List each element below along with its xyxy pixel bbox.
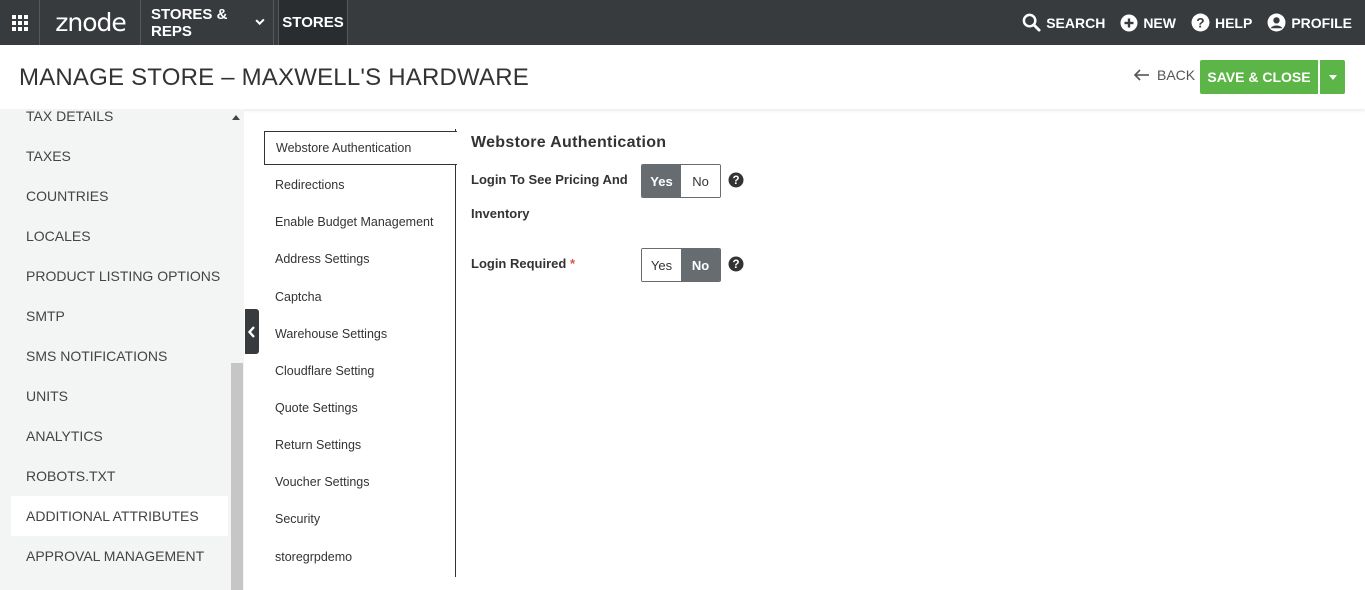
page-header: MANAGE STORE – MAXWELL'S HARDWARE BACK S… [0, 45, 1365, 109]
svg-text:?: ? [732, 175, 739, 187]
sidebar-scrollbar-thumb[interactable] [231, 363, 243, 590]
submenu-captcha[interactable]: Captcha [264, 280, 456, 314]
back-button[interactable]: BACK [1133, 67, 1195, 83]
svg-text:?: ? [732, 259, 739, 271]
nav-stores[interactable]: STORES [278, 0, 348, 45]
login-to-see-pricing-label-line2: Inventory [471, 206, 530, 221]
nav-stores-and-reps-label: STORES & REPS [151, 5, 228, 40]
login-required-label-text: Login Required [471, 256, 567, 271]
apps-menu-button[interactable] [0, 0, 40, 45]
new-button[interactable]: NEW [1120, 14, 1176, 32]
sidebar-item-tax-details[interactable]: TAX DETAILS [11, 109, 228, 136]
save-and-close-button[interactable]: SAVE & CLOSE [1200, 60, 1318, 94]
sidebar-item-units[interactable]: UNITS [11, 376, 228, 416]
sidebar-item-smtp[interactable]: SMTP [11, 296, 228, 336]
sidebar-item-product-listing-options[interactable]: PRODUCT LISTING OPTIONS [11, 256, 228, 296]
sidebar-item-locales[interactable]: LOCALES [11, 216, 228, 256]
sidebar-item-robots-txt[interactable]: ROBOTS.TXT [11, 456, 228, 496]
chevron-down-icon [255, 15, 265, 26]
search-icon [1022, 13, 1041, 32]
chevron-left-icon [248, 325, 255, 338]
search-label: SEARCH [1046, 14, 1106, 31]
save-options-dropdown[interactable] [1320, 60, 1345, 94]
nav-stores-and-reps[interactable]: STORES & REPS [141, 0, 274, 45]
login-required-yes[interactable]: Yes [642, 249, 681, 281]
submenu-webstore-authentication[interactable]: Webstore Authentication [264, 131, 457, 165]
plus-circle-icon [1120, 14, 1138, 32]
help-tooltip-icon[interactable]: ? [728, 256, 744, 272]
sidebar-item-countries[interactable]: COUNTRIES [11, 176, 228, 216]
sidebar-item-sms-notifications[interactable]: SMS NOTIFICATIONS [11, 336, 228, 376]
top-nav-bar: znode STORES & REPS STORES SEARCH NEW ? … [0, 0, 1365, 45]
submenu-return-settings[interactable]: Return Settings [264, 428, 456, 462]
arrow-left-icon [1133, 69, 1150, 81]
login-to-see-pricing-label: Login To See Pricing And Inventory [471, 163, 628, 231]
logo-text: znode [55, 8, 127, 37]
caret-down-icon [1328, 74, 1337, 80]
page-title: MANAGE STORE – MAXWELL'S HARDWARE [19, 64, 529, 91]
help-label: HELP [1214, 14, 1253, 31]
profile-button[interactable]: PROFILE [1267, 13, 1352, 32]
collapse-sidebar-button[interactable] [245, 309, 259, 354]
submenu-redirections[interactable]: Redirections [264, 168, 456, 202]
submenu-quote-settings[interactable]: Quote Settings [264, 391, 456, 425]
submenu-warehouse-settings[interactable]: Warehouse Settings [264, 317, 456, 351]
sidebar-item-additional-attributes[interactable]: ADDITIONAL ATTRIBUTES [11, 496, 228, 536]
submenu-address-settings[interactable]: Address Settings [264, 242, 456, 276]
profile-label: PROFILE [1291, 14, 1352, 31]
login-required-toggle: Yes No [641, 248, 721, 282]
question-circle-icon: ? [1191, 13, 1210, 32]
store-settings-sidebar: TAX DETAILS TAXES COUNTRIES LOCALES PROD… [0, 109, 244, 590]
login-required-label: Login Required * [471, 247, 575, 281]
login-to-see-pricing-toggle: Yes No [641, 164, 721, 198]
submenu-storegrpdemo[interactable]: storegrpdemo [264, 540, 456, 574]
sidebar-item-analytics[interactable]: ANALYTICS [11, 416, 228, 456]
help-button[interactable]: ? HELP [1191, 13, 1252, 32]
submenu-enable-budget-management[interactable]: Enable Budget Management [264, 205, 456, 239]
grid-icon [11, 14, 28, 31]
sidebar-item-approval-management[interactable]: APPROVAL MANAGEMENT [11, 536, 228, 576]
nav-stores-label: STORES [282, 14, 344, 31]
submenu-cloudflare-setting[interactable]: Cloudflare Setting [264, 354, 456, 388]
login-to-see-pricing-yes[interactable]: Yes [642, 165, 681, 197]
user-circle-icon [1267, 13, 1286, 32]
znode-logo[interactable]: znode [41, 0, 141, 45]
sidebar-item-taxes[interactable]: TAXES [11, 136, 228, 176]
login-required-no[interactable]: No [681, 249, 720, 281]
form-section-title: Webstore Authentication [471, 134, 667, 151]
submenu-security[interactable]: Security [264, 502, 456, 536]
login-to-see-pricing-no[interactable]: No [681, 165, 720, 197]
search-button[interactable]: SEARCH [1022, 13, 1105, 32]
submenu-voucher-settings[interactable]: Voucher Settings [264, 465, 456, 499]
new-label: NEW [1143, 14, 1176, 31]
back-label: BACK [1157, 67, 1196, 83]
scroll-up-arrow-icon[interactable] [232, 115, 240, 120]
svg-text:?: ? [1196, 15, 1204, 30]
required-asterisk: * [569, 256, 576, 271]
login-to-see-pricing-label-line1: Login To See Pricing And [471, 172, 628, 187]
settings-submenu: Webstore Authentication Redirections Ena… [264, 129, 457, 577]
help-tooltip-icon[interactable]: ? [728, 172, 744, 188]
right-nav: SEARCH NEW ? HELP PROFILE [1007, 0, 1352, 45]
